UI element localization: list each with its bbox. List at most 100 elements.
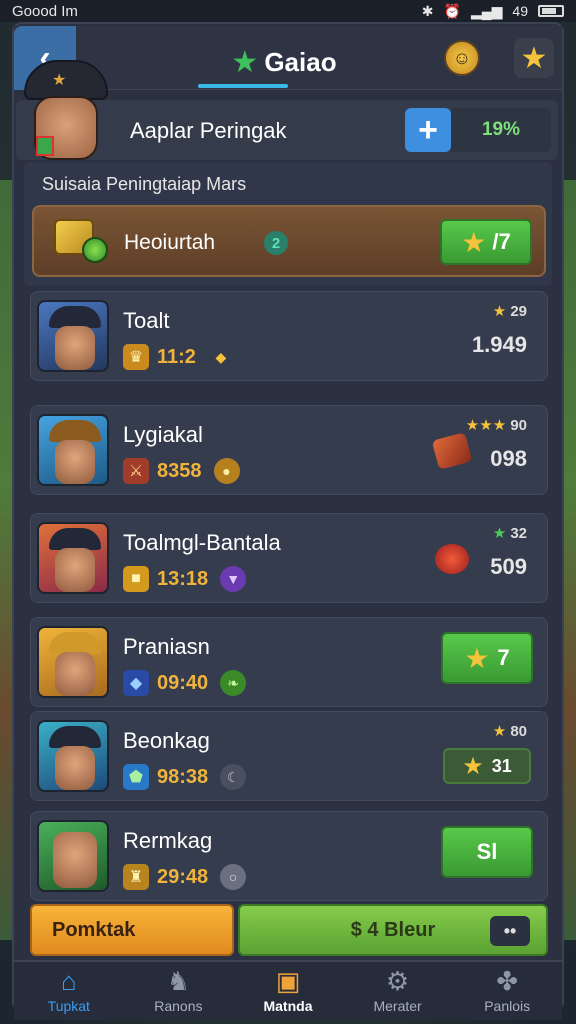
player-stat: ◆ 09:40 ❧ xyxy=(123,670,247,696)
home-icon: ⌂ xyxy=(60,966,77,996)
avatar-face xyxy=(55,326,95,370)
add-button[interactable]: + xyxy=(405,108,451,152)
star-reward-button[interactable]: ★ 31 xyxy=(443,748,531,784)
star-icon: ★ xyxy=(461,226,487,258)
reward-label: 31 xyxy=(491,755,512,776)
claim-button[interactable]: ★ 7 xyxy=(441,632,533,684)
badge-icon: ★ xyxy=(52,72,67,89)
avatar-face xyxy=(55,746,95,790)
star-icon: ★★★ xyxy=(465,417,507,434)
avatar-face xyxy=(55,652,95,696)
plus-icon: + xyxy=(418,110,438,149)
alarm-icon: ⏰ xyxy=(443,2,461,19)
list-item[interactable]: Toalmgl-Bantala ■ 13:18 ▼ ★ 32 509 xyxy=(30,513,548,603)
status-bar: Goood Im ✱ ⏰ ▂▄▆ 49 xyxy=(0,0,576,22)
card-icon xyxy=(431,432,473,470)
rank-rating: ★ 32 xyxy=(493,524,527,542)
tab-label: Ranons xyxy=(154,998,203,1014)
title-underline xyxy=(198,84,288,88)
trophy-icon: ♜ xyxy=(123,864,149,890)
player-stat: ⚔ 8358 ● xyxy=(123,458,240,484)
claim-button[interactable]: Sl xyxy=(441,826,533,878)
status-icons: ✱ ⏰ ▂▄▆ 49 xyxy=(422,3,564,20)
hat-icon xyxy=(49,726,101,748)
helmet-icon xyxy=(49,632,101,654)
gear-icon: ⚙ xyxy=(385,966,410,996)
rank-count: 90 xyxy=(510,417,527,434)
more-icon: •• xyxy=(503,920,517,941)
avatar xyxy=(37,720,109,792)
avatar-face xyxy=(55,548,95,592)
featured-claim-button[interactable]: ★ /7 xyxy=(440,219,532,265)
rank-rating: ★ 29 xyxy=(493,302,527,320)
tab-settings[interactable]: ⚙ Merater xyxy=(343,962,453,1020)
flag-icon xyxy=(36,136,54,156)
progress-percent: 19% xyxy=(451,108,551,152)
claim-button-label: Sl xyxy=(476,839,498,864)
player-stat: ♜ 29:48 ○ xyxy=(123,864,247,890)
coin-button[interactable]: ☺ xyxy=(444,40,480,76)
tab-label: Matnda xyxy=(263,998,313,1014)
player-name: Praniasn xyxy=(123,634,210,659)
featured-row[interactable]: Heoiurtah 2 ★ /7 xyxy=(32,205,546,277)
percent-value: 19% xyxy=(481,119,521,140)
signal-icon: ▂▄▆ xyxy=(470,2,503,19)
star-icon: ★ xyxy=(462,752,484,780)
player-stat: ♛ 11:2 ◆ xyxy=(123,344,234,370)
tab-home[interactable]: ⌂ Tupkat xyxy=(14,962,124,1020)
shield-icon: ◆ xyxy=(215,348,227,365)
player-name: Aaplar Peringak xyxy=(130,118,287,143)
star-icon: ★ xyxy=(492,723,507,740)
more-options-button[interactable]: •• xyxy=(490,916,530,946)
battery-icon xyxy=(538,5,564,17)
stat-value: 09:40 xyxy=(157,671,209,694)
stat-value: 29:48 xyxy=(157,865,209,888)
info-badge[interactable]: 2 xyxy=(264,231,288,255)
red-medal-icon xyxy=(435,544,469,574)
purchase-button[interactable]: $ 4 Bleur •• xyxy=(238,904,548,956)
page-title: Gaiao xyxy=(264,46,337,77)
player-name: Toalmgl-Bantala xyxy=(123,530,281,555)
bluetooth-icon: ✱ xyxy=(421,2,434,19)
left-action-label: Pomktak xyxy=(52,918,136,941)
avatar xyxy=(37,522,109,594)
crown-icon: ♛ xyxy=(123,344,149,370)
star-icon: ★ xyxy=(231,45,259,79)
tab-ranking[interactable]: ♞ Ranons xyxy=(124,962,234,1020)
sapphire-icon: ◆ xyxy=(123,670,149,696)
tab-chest[interactable]: ▣ Matnda xyxy=(233,962,343,1020)
bottom-tab-bar: ⌂ Tupkat ♞ Ranons ▣ Matnda ⚙ Merater ✤ P… xyxy=(14,960,562,1020)
list-item[interactable]: Rermkag ♜ 29:48 ○ Sl xyxy=(30,811,548,901)
list-item[interactable]: Toalt ♛ 11:2 ◆ ★ 29 1.949 xyxy=(30,291,548,381)
list-item[interactable]: Beonkag ⬟ 98:38 ☾ ★ 80 ★ 31 xyxy=(30,711,548,801)
battery-percent: 49 xyxy=(512,3,528,19)
avatar xyxy=(37,820,109,892)
tab-puzzle[interactable]: ✤ Panlois xyxy=(452,962,562,1020)
player-name: Rermkag xyxy=(123,828,213,853)
tab-label: Tupkat xyxy=(47,998,90,1014)
swords-icon: ⚔ xyxy=(123,458,149,484)
rank-count: 32 xyxy=(510,525,527,542)
shield-icon: ▼ xyxy=(220,566,247,592)
stat-value: 13:18 xyxy=(157,567,209,590)
star-icon: ★ xyxy=(492,525,507,542)
leaf-icon: ❧ xyxy=(220,670,247,696)
list-item[interactable]: Lygiakal ⚔ 8358 ● ★★★ 90 098 xyxy=(30,405,548,495)
favorites-button[interactable]: ★ xyxy=(514,38,554,78)
moon-icon: ☾ xyxy=(220,764,247,790)
purchase-label: $ 4 Bleur xyxy=(350,918,436,941)
hat-icon xyxy=(49,306,101,328)
puzzle-icon: ✤ xyxy=(496,966,519,996)
list-item[interactable]: Praniasn ◆ 09:40 ❧ ★ 7 xyxy=(30,617,548,707)
player-avatar[interactable]: ★ xyxy=(14,60,114,164)
gold-chest-icon xyxy=(54,219,108,265)
tab-label: Panlois xyxy=(484,998,531,1014)
hat-icon xyxy=(49,528,101,550)
left-action-button[interactable]: Pomktak xyxy=(30,904,234,956)
rank-rating: ★ 80 xyxy=(493,722,527,740)
player-name: Toalt xyxy=(123,308,170,333)
avatar xyxy=(37,414,109,486)
smiley-coin-icon: ☺ xyxy=(452,47,472,68)
player-name: Beonkag xyxy=(123,728,210,753)
player-stat: ⬟ 98:38 ☾ xyxy=(123,764,247,790)
